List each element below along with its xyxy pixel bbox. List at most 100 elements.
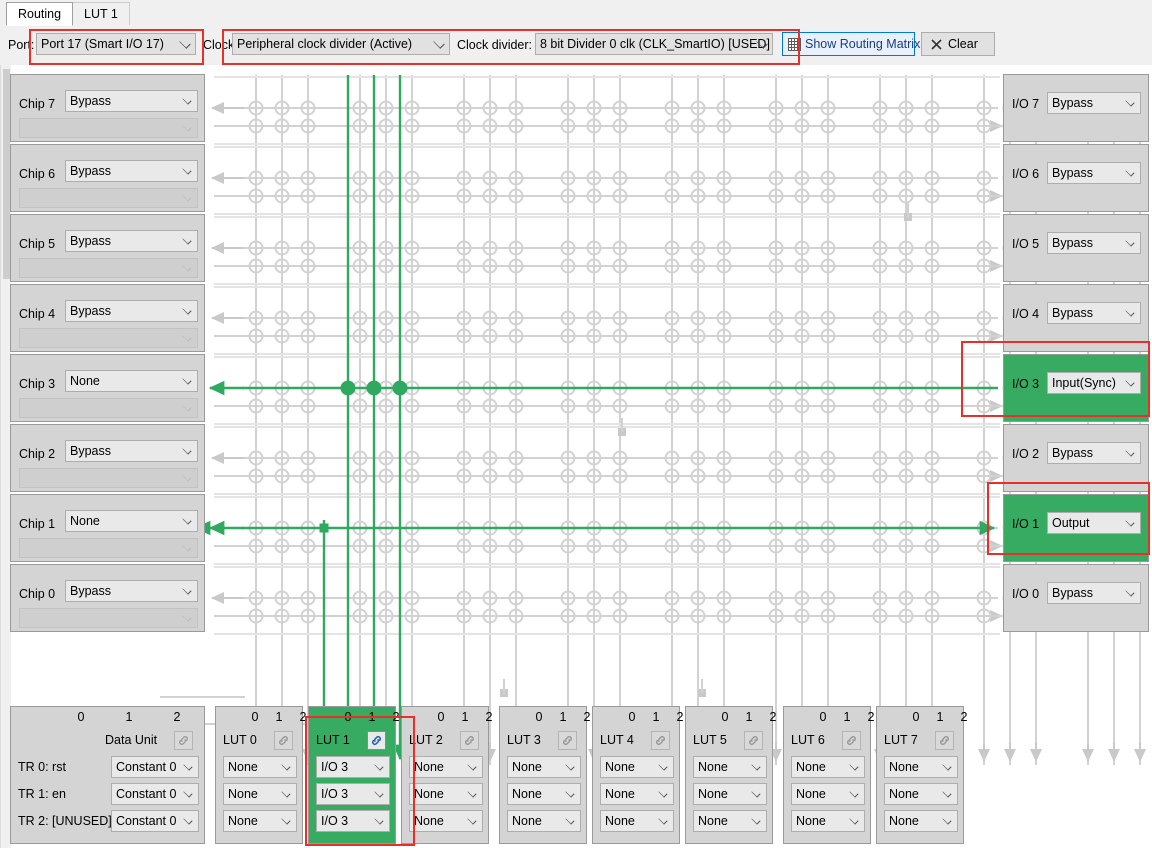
data-unit-row-select-2[interactable]: Constant 0 bbox=[111, 810, 199, 832]
chevron-down-icon bbox=[751, 815, 761, 825]
chip-mode-select[interactable]: Bypass bbox=[65, 230, 198, 252]
lut-7-input-select-1[interactable]: None bbox=[884, 783, 958, 805]
chip-panel-6[interactable]: Chip 1 None bbox=[10, 494, 205, 562]
chip-secondary-select[interactable] bbox=[19, 328, 198, 348]
lut-6-input-select-2[interactable]: None bbox=[791, 810, 865, 832]
clear-button[interactable]: Clear bbox=[921, 32, 995, 56]
lut-panel-7[interactable]: 0 1 2 LUT 7 None None None bbox=[876, 706, 967, 844]
io-mode-select[interactable]: Input(Sync) bbox=[1047, 372, 1141, 394]
lut-4-link-button[interactable] bbox=[651, 731, 670, 750]
clock-divider-select[interactable]: 8 bit Divider 0 clk (CLK_SmartIO) [USED] bbox=[535, 33, 773, 55]
lut-panel-2[interactable]: 0 1 2 LUT 2 None None None bbox=[401, 706, 492, 844]
chip-secondary-select[interactable] bbox=[19, 608, 198, 628]
port-select[interactable]: Port 17 (Smart I/O 17) bbox=[36, 33, 196, 55]
lut-1-input-select-1[interactable]: I/O 3 bbox=[316, 783, 390, 805]
lut-1-input-select-0[interactable]: I/O 3 bbox=[316, 756, 390, 778]
io-panel-0[interactable]: I/O 7 Bypass bbox=[1003, 74, 1149, 142]
lut-4-input-select-2[interactable]: None bbox=[600, 810, 674, 832]
lut-4-input-select-1[interactable]: None bbox=[600, 783, 674, 805]
lut-panel-1[interactable]: 0 1 2 LUT 1 I/O 3 I/O 3 I/O 3 bbox=[308, 706, 399, 844]
tab-routing[interactable]: Routing bbox=[6, 2, 74, 26]
chip-panel-4[interactable]: Chip 3 None bbox=[10, 354, 205, 422]
chip-panel-5[interactable]: Chip 2 Bypass bbox=[10, 424, 205, 492]
io-mode-value: Bypass bbox=[1052, 236, 1093, 250]
io-mode-select[interactable]: Bypass bbox=[1047, 582, 1141, 604]
lut-1-link-button[interactable] bbox=[367, 731, 386, 750]
lut-panel-5[interactable]: 0 1 2 LUT 5 None None None bbox=[685, 706, 776, 844]
io-mode-select[interactable]: Bypass bbox=[1047, 162, 1141, 184]
lut-2-input-select-0[interactable]: None bbox=[409, 756, 483, 778]
lut-6-input-select-0[interactable]: None bbox=[791, 756, 865, 778]
tab-lut1[interactable]: LUT 1 bbox=[72, 2, 130, 25]
lut-5-input-select-0[interactable]: None bbox=[693, 756, 767, 778]
lut-3-input-select-1[interactable]: None bbox=[507, 783, 581, 805]
lut-panel-6[interactable]: 0 1 2 LUT 6 None None None bbox=[783, 706, 874, 844]
lut-0-input-select-2[interactable]: None bbox=[223, 810, 297, 832]
chip-mode-select[interactable]: None bbox=[65, 510, 198, 532]
chip-secondary-select[interactable] bbox=[19, 468, 198, 488]
io-panel-5[interactable]: I/O 2 Bypass bbox=[1003, 424, 1149, 492]
data-unit-panel[interactable]: 0 1 2 Data Unit TR 0: rst Constant 0 TR 1: … bbox=[10, 706, 205, 844]
chevron-down-icon bbox=[942, 815, 952, 825]
chip-secondary-select[interactable] bbox=[19, 118, 198, 138]
show-routing-matrix-button[interactable]: Show Routing Matrix bbox=[782, 32, 920, 56]
chip-mode-select[interactable]: Bypass bbox=[65, 580, 198, 602]
lut-7-link-button[interactable] bbox=[935, 731, 954, 750]
lut-6-link-button[interactable] bbox=[842, 731, 861, 750]
scrollbar-thumb[interactable] bbox=[3, 69, 10, 279]
lut-5-input-select-2[interactable]: None bbox=[693, 810, 767, 832]
io-panel-7[interactable]: I/O 0 Bypass bbox=[1003, 564, 1149, 632]
chip-panel-7[interactable]: Chip 0 Bypass bbox=[10, 564, 205, 632]
lut-7-input-select-2[interactable]: None bbox=[884, 810, 958, 832]
io-panel-3[interactable]: I/O 4 Bypass bbox=[1003, 284, 1149, 352]
lut-panel-0[interactable]: 0 1 2 LUT 0 None None None bbox=[215, 706, 306, 844]
lut-3-input-select-0[interactable]: None bbox=[507, 756, 581, 778]
lut-2-input-select-2[interactable]: None bbox=[409, 810, 483, 832]
data-unit-link-button[interactable] bbox=[174, 731, 193, 750]
io-panel-6[interactable]: I/O 1 Output bbox=[1003, 494, 1149, 562]
io-mode-select[interactable]: Bypass bbox=[1047, 302, 1141, 324]
io-mode-select[interactable]: Bypass bbox=[1047, 92, 1141, 114]
chip-mode-select[interactable]: None bbox=[65, 370, 198, 392]
lut-panel-4[interactable]: 0 1 2 LUT 4 None None None bbox=[592, 706, 683, 844]
chip-secondary-select[interactable] bbox=[19, 538, 198, 558]
chevron-down-icon bbox=[374, 761, 384, 771]
lut-7-input-select-0[interactable]: None bbox=[884, 756, 958, 778]
lut-4-input-select-0[interactable]: None bbox=[600, 756, 674, 778]
lut-2-link-button[interactable] bbox=[460, 731, 479, 750]
lut-panel-3[interactable]: 0 1 2 LUT 3 None None None bbox=[499, 706, 590, 844]
lut-3-link-button[interactable] bbox=[558, 731, 577, 750]
chip-panel-2[interactable]: Chip 5 Bypass bbox=[10, 214, 205, 282]
data-unit-row-select-1[interactable]: Constant 0 bbox=[111, 783, 199, 805]
chip-mode-select[interactable]: Bypass bbox=[65, 160, 198, 182]
lut-2-input-select-1[interactable]: None bbox=[409, 783, 483, 805]
lut-4-input-value-2: None bbox=[605, 814, 635, 828]
lut-5-link-button[interactable] bbox=[744, 731, 763, 750]
chip-panel-0[interactable]: Chip 7 Bypass bbox=[10, 74, 205, 142]
io-panel-2[interactable]: I/O 5 Bypass bbox=[1003, 214, 1149, 282]
chip-secondary-select[interactable] bbox=[19, 258, 198, 278]
lut-1-input-select-2[interactable]: I/O 3 bbox=[316, 810, 390, 832]
lut-0-input-select-0[interactable]: None bbox=[223, 756, 297, 778]
chip-panel-1[interactable]: Chip 6 Bypass bbox=[10, 144, 205, 212]
chip-mode-select[interactable]: Bypass bbox=[65, 440, 198, 462]
io-mode-select[interactable]: Bypass bbox=[1047, 232, 1141, 254]
chip-mode-select[interactable]: Bypass bbox=[65, 300, 198, 322]
io-panel-1[interactable]: I/O 6 Bypass bbox=[1003, 144, 1149, 212]
chip-secondary-select[interactable] bbox=[19, 398, 198, 418]
lut-0-link-button[interactable] bbox=[274, 731, 293, 750]
io-mode-select[interactable]: Bypass bbox=[1047, 442, 1141, 464]
clock-select[interactable]: Peripheral clock divider (Active) bbox=[232, 33, 450, 55]
lut-5-input-select-1[interactable]: None bbox=[693, 783, 767, 805]
lut-6-input-select-1[interactable]: None bbox=[791, 783, 865, 805]
lut-3-input-select-2[interactable]: None bbox=[507, 810, 581, 832]
io-panel-4[interactable]: I/O 3 Input(Sync) bbox=[1003, 354, 1149, 422]
chip-mode-select[interactable]: Bypass bbox=[65, 90, 198, 112]
chip-secondary-select[interactable] bbox=[19, 188, 198, 208]
clock-divider-value: 8 bit Divider 0 clk (CLK_SmartIO) [USED] bbox=[540, 37, 770, 51]
lut-0-input-select-1[interactable]: None bbox=[223, 783, 297, 805]
data-unit-row-select-0[interactable]: Constant 0 bbox=[111, 756, 199, 778]
lut-7-title: LUT 7 bbox=[884, 733, 918, 747]
io-mode-select[interactable]: Output bbox=[1047, 512, 1141, 534]
chip-panel-3[interactable]: Chip 4 Bypass bbox=[10, 284, 205, 352]
